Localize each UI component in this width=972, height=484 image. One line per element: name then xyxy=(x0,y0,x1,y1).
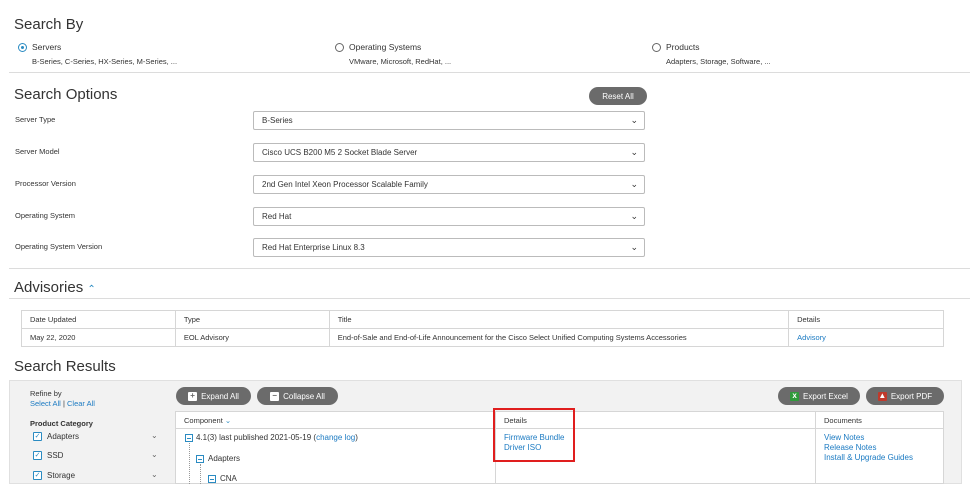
servers-radio-sub: B-Series, C-Series, HX-Series, M-Series,… xyxy=(32,57,178,66)
pdf-icon: ▲ xyxy=(877,391,887,401)
view-notes-link[interactable]: View Notes xyxy=(824,433,864,442)
os-version-label: Operating System Version xyxy=(15,242,103,251)
export-excel-button[interactable]: x Export Excel xyxy=(778,387,860,405)
column-divider xyxy=(815,411,816,484)
advisories-table: Date Updated Type Title Details May 22, … xyxy=(21,310,944,347)
chevron-down-icon: ⌄ xyxy=(630,242,638,252)
reset-all-label: Reset All xyxy=(602,91,634,101)
operating-systems-radio[interactable] xyxy=(335,43,344,52)
table-header-row: Date Updated Type Title Details xyxy=(21,310,944,329)
adapters-checkbox[interactable]: ✓ xyxy=(33,432,42,441)
divider xyxy=(9,268,970,269)
operating-systems-radio-sub: VMware, Microsoft, RedHat, ... xyxy=(349,57,452,66)
type-cell: EOL Advisory xyxy=(174,328,330,347)
clear-all-link[interactable]: Clear All xyxy=(67,399,95,408)
operating-system-label: Operating System xyxy=(15,211,76,220)
category-label[interactable]: Storage xyxy=(47,471,75,480)
reset-all-button[interactable]: Reset All xyxy=(589,87,647,105)
release-notes-link[interactable]: Release Notes xyxy=(824,443,876,452)
column-header: Type xyxy=(174,310,330,329)
processor-version-value: 2nd Gen Intel Xeon Processor Scalable Fa… xyxy=(262,180,428,189)
column-header: Details xyxy=(788,310,944,329)
server-model-value: Cisco UCS B200 M5 2 Socket Blade Server xyxy=(262,148,418,157)
category-label[interactable]: Adapters xyxy=(47,432,79,441)
component-column-header[interactable]: Component ⌄ xyxy=(184,416,231,425)
operating-systems-radio-label[interactable]: Operating Systems xyxy=(349,42,421,52)
plus-icon: + xyxy=(188,391,198,401)
server-type-label: Server Type xyxy=(15,115,56,124)
collapse-toggle-icon[interactable] xyxy=(196,455,204,463)
servers-radio[interactable] xyxy=(18,43,27,52)
driver-iso-link[interactable]: Driver ISO xyxy=(504,443,541,452)
tree-node-cna: CNA xyxy=(220,474,237,483)
documents-column-header: Documents xyxy=(824,416,862,425)
release-text: 4.1(3) last published 2021-05-19 ( xyxy=(196,433,317,442)
chevron-up-icon[interactable]: ⌃ xyxy=(87,284,95,295)
refine-links: Select All | Clear All xyxy=(30,399,95,408)
search-results-title: Search Results xyxy=(14,358,116,375)
column-header: Title xyxy=(328,310,790,329)
refine-by-label: Refine by xyxy=(30,389,62,398)
search-options-title: Search Options xyxy=(14,86,118,103)
chevron-down-icon: ⌄ xyxy=(630,115,638,125)
collapse-toggle-icon[interactable] xyxy=(208,475,216,483)
storage-checkbox[interactable]: ✓ xyxy=(33,471,42,480)
collapse-all-button[interactable]: − Collapse All xyxy=(257,387,338,405)
chevron-down-icon[interactable]: ⌄ xyxy=(151,450,158,459)
collapse-all-label: Collapse All xyxy=(283,391,325,401)
minus-icon: − xyxy=(270,391,280,401)
expand-all-button[interactable]: + Expand All xyxy=(176,387,251,405)
export-pdf-button[interactable]: ▲ Export PDF xyxy=(866,387,944,405)
collapse-toggle-icon[interactable] xyxy=(185,434,193,442)
advisories-title-text: Advisories xyxy=(14,279,84,296)
excel-icon: x xyxy=(790,391,800,401)
divider xyxy=(9,72,970,73)
date-cell: May 22, 2020 xyxy=(21,328,176,347)
chevron-down-icon: ⌄ xyxy=(224,416,232,425)
category-label[interactable]: SSD xyxy=(47,451,63,460)
chevron-down-icon: ⌄ xyxy=(630,147,638,157)
export-excel-label: Export Excel xyxy=(803,391,848,401)
ssd-checkbox[interactable]: ✓ xyxy=(33,451,42,460)
advisories-title[interactable]: Advisories ⌃ xyxy=(14,279,96,296)
install-upgrade-guides-link[interactable]: Install & Upgrade Guides xyxy=(824,453,913,462)
servers-radio-label[interactable]: Servers xyxy=(32,42,61,52)
operating-system-select[interactable]: Red Hat ⌄ xyxy=(253,207,645,226)
processor-version-select[interactable]: 2nd Gen Intel Xeon Processor Scalable Fa… xyxy=(253,175,645,194)
chevron-down-icon[interactable]: ⌄ xyxy=(151,470,158,479)
tree-line xyxy=(189,443,190,484)
tree-line xyxy=(200,464,201,484)
os-version-select[interactable]: Red Hat Enterprise Linux 8.3 ⌄ xyxy=(253,238,645,257)
search-by-title: Search By xyxy=(14,16,84,33)
server-model-label: Server Model xyxy=(15,147,60,156)
advisory-link[interactable]: Advisory xyxy=(788,328,944,347)
chevron-down-icon: ⌄ xyxy=(630,211,638,221)
divider xyxy=(9,298,970,299)
title-cell: End-of-Sale and End-of-Life Announcement… xyxy=(328,328,790,347)
product-category-label: Product Category xyxy=(30,419,93,428)
operating-system-value: Red Hat xyxy=(262,212,292,221)
link-separator: | xyxy=(62,399,65,408)
change-log-link[interactable]: change log xyxy=(316,433,355,442)
processor-version-label: Processor Version xyxy=(15,179,76,188)
select-all-link[interactable]: Select All xyxy=(30,399,61,408)
server-type-value: B-Series xyxy=(262,116,293,125)
column-header: Date Updated xyxy=(21,310,176,329)
component-header-text: Component xyxy=(184,416,223,425)
os-version-value: Red Hat Enterprise Linux 8.3 xyxy=(262,243,365,252)
release-suffix: ) xyxy=(355,433,358,442)
products-radio[interactable] xyxy=(652,43,661,52)
expand-all-label: Expand All xyxy=(201,391,239,401)
chevron-down-icon[interactable]: ⌄ xyxy=(151,431,158,440)
products-radio-sub: Adapters, Storage, Software, ... xyxy=(666,57,771,66)
products-radio-label[interactable]: Products xyxy=(666,42,700,52)
chevron-down-icon: ⌄ xyxy=(630,179,638,189)
export-pdf-label: Export PDF xyxy=(890,391,933,401)
release-row: 4.1(3) last published 2021-05-19 (change… xyxy=(196,433,358,442)
table-row: May 22, 2020 EOL Advisory End-of-Sale an… xyxy=(21,328,944,347)
firmware-bundle-link[interactable]: Firmware Bundle xyxy=(504,433,564,442)
server-type-select[interactable]: B-Series ⌄ xyxy=(253,111,645,130)
server-model-select[interactable]: Cisco UCS B200 M5 2 Socket Blade Server … xyxy=(253,143,645,162)
tree-node-adapters: Adapters xyxy=(208,454,241,463)
